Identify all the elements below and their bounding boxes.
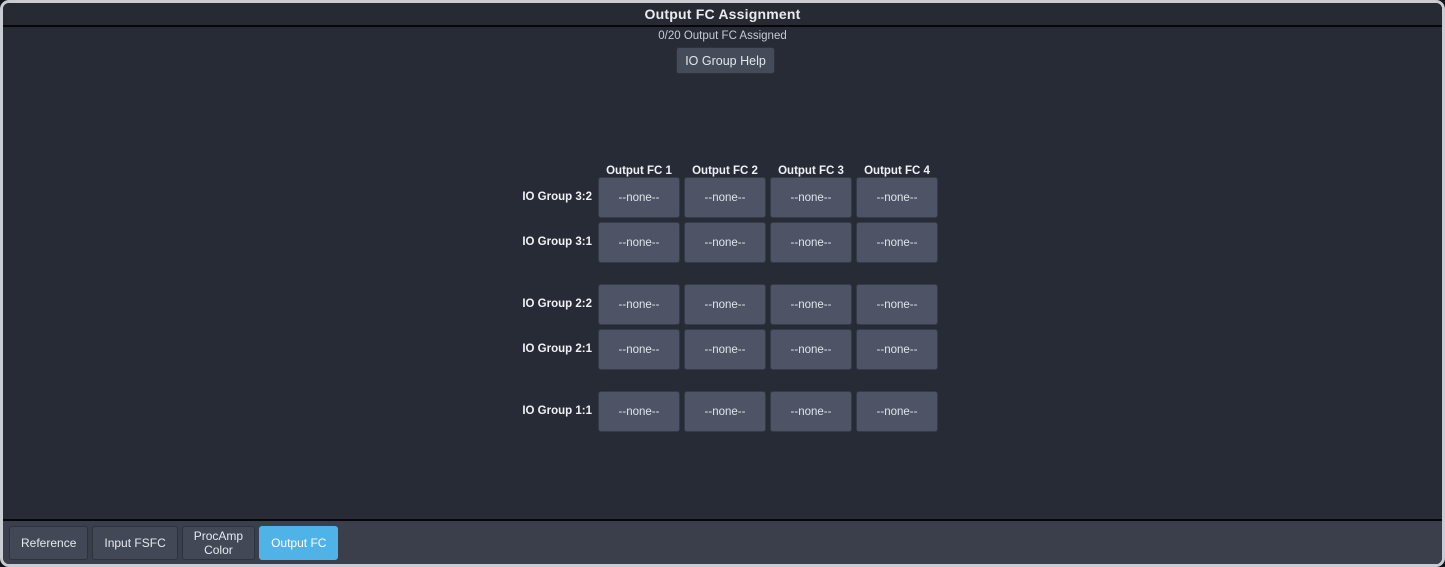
page-title: Output FC Assignment	[644, 6, 801, 22]
assignment-cell[interactable]: --none--	[856, 391, 938, 432]
io-group-block: IO Group 3:2 --none-- --none-- --none-- --no…	[3, 177, 1442, 263]
window-titlebar: Output FC Assignment	[3, 3, 1442, 27]
column-header-output-fc-2: Output FC 2	[692, 165, 758, 177]
io-group-block: IO Group 1:1 --none-- --none-- --none-- --no…	[3, 391, 1442, 432]
tab-procamp-color[interactable]: ProcAmp Color	[181, 525, 256, 560]
assignment-cell[interactable]: --none--	[770, 177, 852, 218]
bottom-tab-bar: Reference Input FSFC ProcAmp Color Output F…	[3, 519, 1442, 564]
row-label-io-group: IO Group 3:2	[522, 191, 592, 203]
main-content: 0/20 Output FC Assigned IO Group Help Ou…	[3, 27, 1442, 519]
row-label-io-group: IO Group 2:2	[522, 298, 592, 310]
assignment-cell[interactable]: --none--	[598, 177, 680, 218]
row-label-io-group: IO Group 1:1	[522, 405, 592, 417]
tab-input-fsfc[interactable]: Input FSFC	[92, 525, 178, 560]
matrix-row-groups: IO Group 3:2 --none-- --none-- --none-- --no…	[3, 177, 1442, 432]
matrix-row: IO Group 3:2 --none-- --none-- --none-- --no…	[3, 177, 1442, 218]
io-group-help-button[interactable]: IO Group Help	[676, 47, 775, 74]
assignment-cell[interactable]: --none--	[770, 329, 852, 370]
assignment-cell[interactable]: --none--	[684, 329, 766, 370]
output-fc-assignment-matrix: Output FC 1 Output FC 2 Output FC 3 Output …	[3, 159, 1442, 436]
column-header-output-fc-3: Output FC 3	[778, 165, 844, 177]
assignment-cell[interactable]: --none--	[598, 284, 680, 325]
assignment-cell[interactable]: --none--	[684, 284, 766, 325]
assignment-cell[interactable]: --none--	[856, 222, 938, 263]
row-label-io-group: IO Group 2:1	[522, 343, 592, 355]
assignment-cell[interactable]: --none--	[598, 391, 680, 432]
assigned-count-status: 0/20 Output FC Assigned	[658, 30, 787, 42]
assignment-cell[interactable]: --none--	[684, 177, 766, 218]
column-header-output-fc-4: Output FC 4	[864, 165, 930, 177]
matrix-row: IO Group 2:2 --none-- --none-- --none-- --no…	[3, 284, 1442, 325]
matrix-row: IO Group 1:1 --none-- --none-- --none-- --no…	[3, 391, 1442, 432]
assignment-cell[interactable]: --none--	[684, 391, 766, 432]
row-label-io-group: IO Group 3:1	[522, 236, 592, 248]
matrix-row: IO Group 2:1 --none-- --none-- --none-- --no…	[3, 329, 1442, 370]
io-group-block: IO Group 2:2 --none-- --none-- --none-- --no…	[3, 284, 1442, 370]
tab-output-fc[interactable]: Output FC	[259, 525, 339, 560]
assignment-cell[interactable]: --none--	[598, 329, 680, 370]
column-header-output-fc-1: Output FC 1	[606, 165, 672, 177]
assignment-cell[interactable]: --none--	[684, 222, 766, 263]
assignment-cell[interactable]: --none--	[856, 284, 938, 325]
assignment-cell[interactable]: --none--	[770, 391, 852, 432]
matrix-row: IO Group 3:1 --none-- --none-- --none-- --no…	[3, 222, 1442, 263]
assignment-cell[interactable]: --none--	[770, 222, 852, 263]
tab-reference[interactable]: Reference	[9, 525, 89, 560]
assignment-cell[interactable]: --none--	[856, 177, 938, 218]
assignment-cell[interactable]: --none--	[598, 222, 680, 263]
assignment-cell[interactable]: --none--	[770, 284, 852, 325]
assignment-cell[interactable]: --none--	[856, 329, 938, 370]
output-fc-assignment-window: Output FC Assignment 0/20 Output FC Assi…	[0, 0, 1445, 567]
matrix-column-headers: Output FC 1 Output FC 2 Output FC 3 Output …	[598, 159, 1442, 177]
